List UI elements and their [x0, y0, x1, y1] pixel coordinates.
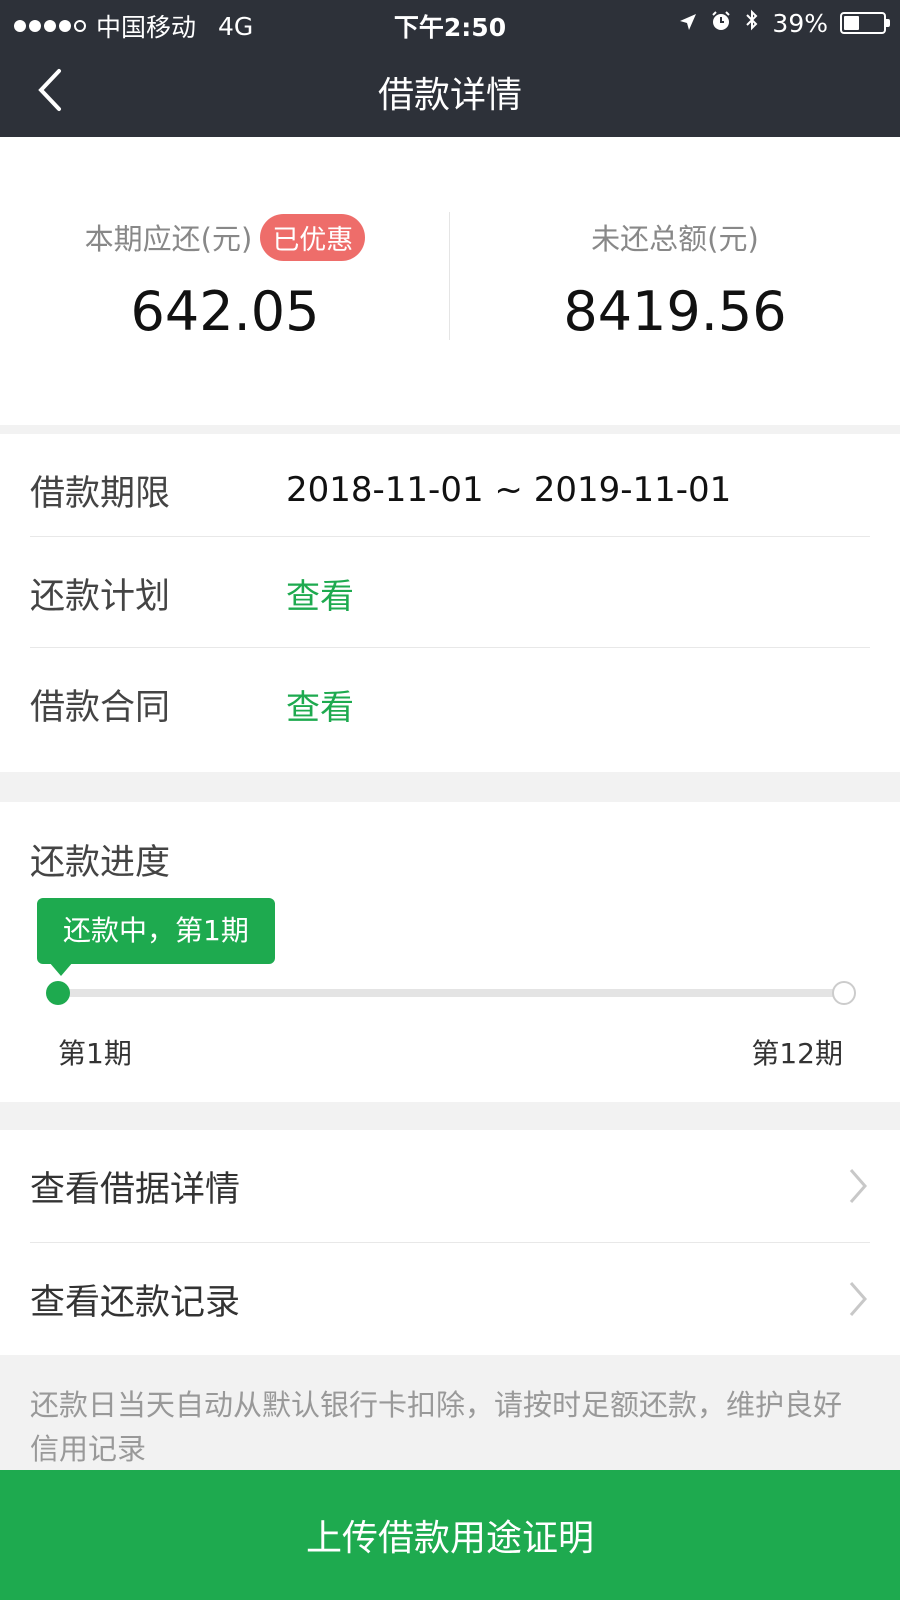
discount-badge: 已优惠 [260, 213, 366, 261]
view-repayment-record-row[interactable]: 查看还款记录 [30, 1243, 870, 1355]
alarm-icon [710, 9, 732, 38]
loan-term-row: 借款期限 2018-11-01 ~ 2019-11-01 [30, 434, 870, 546]
battery-icon [840, 12, 890, 34]
repayment-summary: 本期应还(元) 已优惠 642.05 未还总额(元) 8419.56 [0, 137, 900, 425]
view-loan-receipt-label: 查看借据详情 [30, 1169, 241, 1210]
current-due-amount: 642.05 [130, 280, 320, 343]
loan-term-label: 借款期限 [30, 473, 171, 514]
progress-current-marker [46, 981, 70, 1005]
status-right: 39% [678, 8, 890, 38]
repayment-progress-section: 还款进度 还款中，第1期 第1期 第12期 [0, 802, 900, 1102]
current-due-block: 本期应还(元) 已优惠 642.05 [0, 212, 450, 343]
chevron-right-icon [848, 1166, 870, 1206]
repayment-plan-label: 还款计划 [30, 576, 171, 617]
upload-loan-purpose-button[interactable]: 上传借款用途证明 [0, 1470, 900, 1600]
loan-info-section: 借款期限 2018-11-01 ~ 2019-11-01 还款计划 查看 借款合… [0, 434, 900, 772]
bluetooth-icon [744, 8, 760, 38]
progress-track [58, 989, 843, 997]
view-repayment-record-label: 查看还款记录 [30, 1282, 241, 1323]
total-outstanding-amount: 8419.56 [563, 280, 787, 343]
current-due-label: 本期应还(元) [84, 222, 253, 256]
repayment-notice: 还款日当天自动从默认银行卡扣除，请按时足额还款，维护良好信用记录 [30, 1388, 843, 1466]
progress-start-label: 第1期 [58, 1037, 132, 1070]
loan-contract-label: 借款合同 [30, 687, 171, 728]
nav-bar: 借款详情 [0, 46, 900, 137]
loan-term-value: 2018-11-01 ~ 2019-11-01 [286, 470, 732, 510]
chevron-right-icon [848, 1279, 870, 1319]
detail-links-section: 查看借据详情 查看还款记录 [0, 1130, 900, 1355]
status-bar: 中国移动 4G 下午2:50 39% [0, 0, 900, 46]
total-outstanding-block: 未还总额(元) 8419.56 [450, 212, 900, 343]
progress-end-label: 第12期 [751, 1037, 843, 1070]
progress-end-marker [832, 981, 856, 1005]
location-arrow-icon [678, 9, 698, 38]
loan-contract-row: 借款合同 查看 [30, 648, 870, 760]
top-bar: 中国移动 4G 下午2:50 39% 借款详情 [0, 0, 900, 137]
tooltip-arrow [49, 962, 73, 976]
repayment-plan-row: 还款计划 查看 [30, 537, 870, 649]
progress-tooltip-text: 还款中，第1期 [63, 914, 249, 947]
page-title: 借款详情 [377, 75, 522, 116]
upload-loan-purpose-label: 上传借款用途证明 [305, 1518, 594, 1559]
progress-title: 还款进度 [30, 843, 171, 883]
battery-percent: 39% [772, 8, 828, 38]
progress-tooltip: 还款中，第1期 [37, 898, 275, 976]
total-outstanding-label: 未还总额(元) [591, 222, 759, 256]
view-loan-contract-link[interactable]: 查看 [286, 680, 354, 729]
view-repayment-plan-link[interactable]: 查看 [286, 569, 354, 618]
view-loan-receipt-row[interactable]: 查看借据详情 [30, 1130, 870, 1242]
